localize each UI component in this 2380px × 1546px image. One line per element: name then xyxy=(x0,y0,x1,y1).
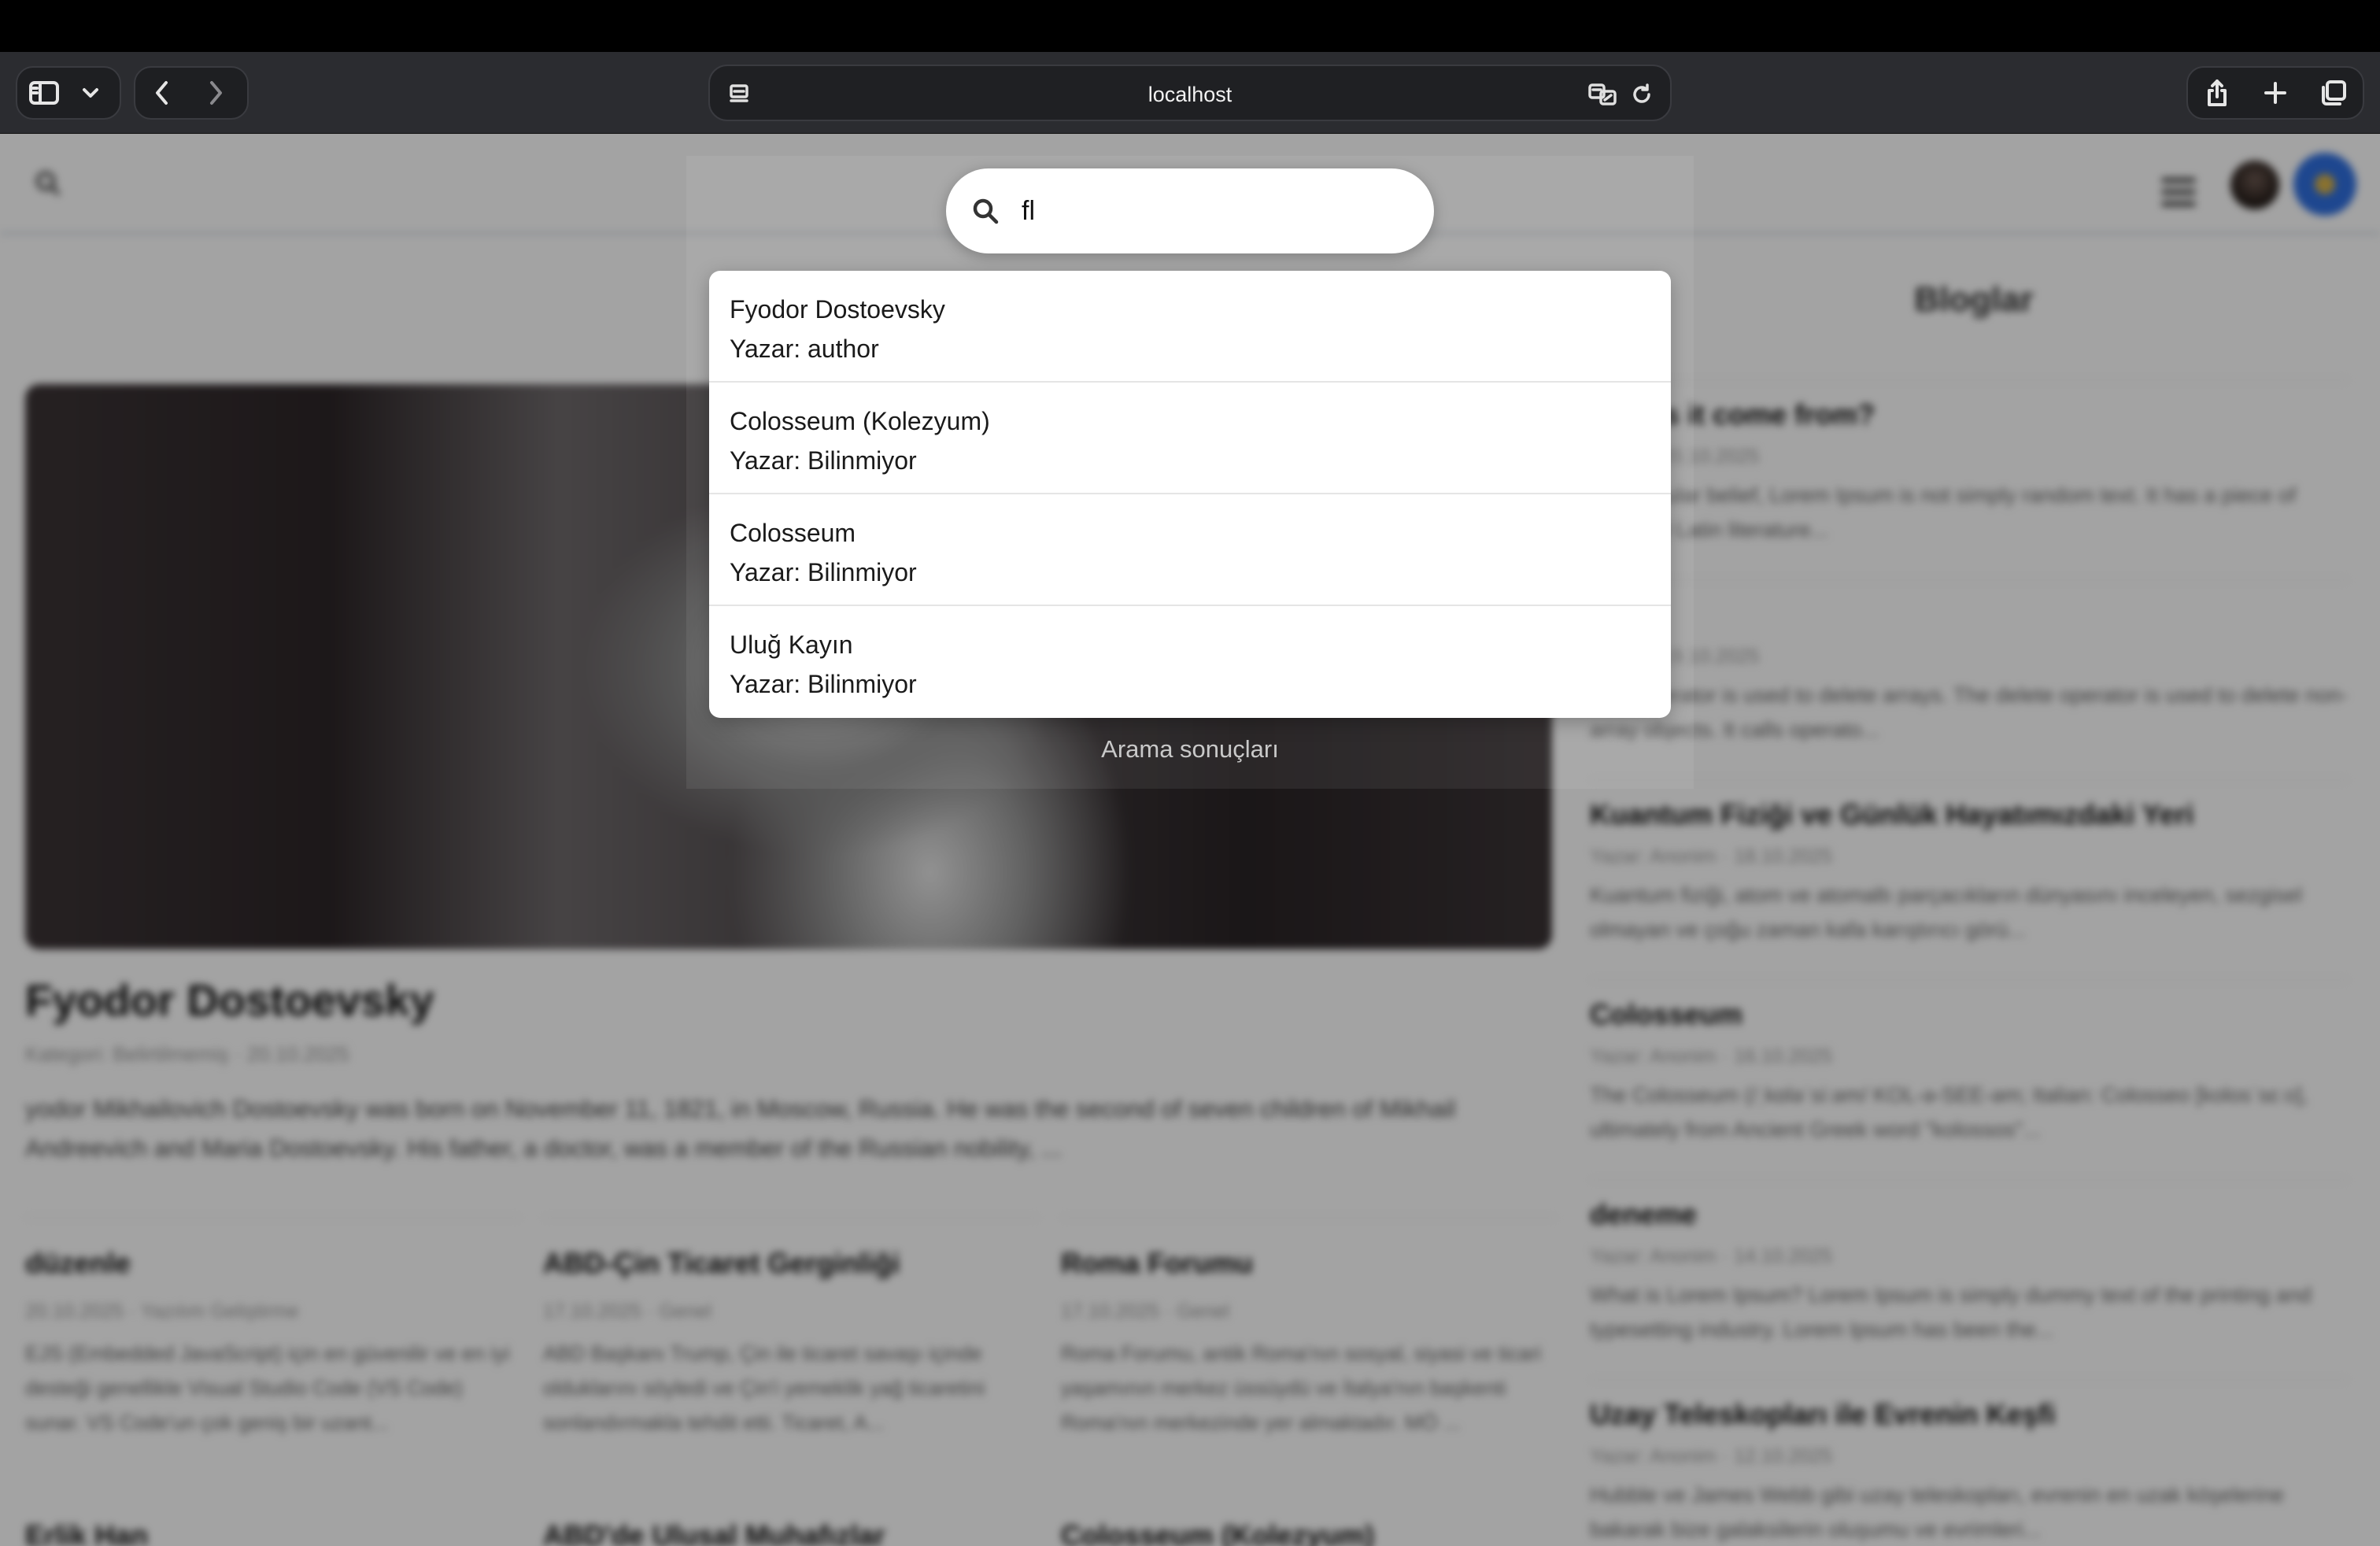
result-title: Uluğ Kayın xyxy=(730,631,853,659)
search-result-item[interactable]: Colosseum (Kolezyum) Yazar: Bilinmiyor xyxy=(709,383,1671,494)
browser-toolbar: localhost xyxy=(0,52,2380,134)
url-text: localhost xyxy=(1148,83,1232,106)
chevron-left-icon[interactable] xyxy=(135,68,189,118)
search-results-list: Fyodor Dostoevsky Yazar: author Colosseu… xyxy=(709,271,1671,718)
sidebar-icon[interactable] xyxy=(17,68,71,118)
result-title: Colosseum (Kolezyum) xyxy=(730,407,990,435)
chevron-down-icon[interactable] xyxy=(71,68,110,118)
search-icon xyxy=(965,190,1006,231)
result-author: Yazar: Bilinmiyor xyxy=(730,446,917,475)
result-author: Yazar: author xyxy=(730,335,879,363)
address-bar[interactable]: localhost xyxy=(708,65,1672,121)
translate-icon[interactable] xyxy=(1584,76,1621,113)
search-result-item[interactable]: Colosseum Yazar: Bilinmiyor xyxy=(709,494,1671,606)
right-toolbar-group xyxy=(2186,66,2364,120)
plus-icon[interactable] xyxy=(2252,68,2299,118)
result-author: Yazar: Bilinmiyor xyxy=(730,670,917,698)
navigation-group xyxy=(134,66,249,120)
menu-bar xyxy=(0,0,2380,52)
result-title: Fyodor Dostoevsky xyxy=(730,295,945,324)
search-result-item[interactable]: Fyodor Dostoevsky Yazar: author xyxy=(709,271,1671,383)
search-input[interactable] xyxy=(1022,187,1399,235)
reload-icon[interactable] xyxy=(1623,76,1661,113)
result-author: Yazar: Bilinmiyor xyxy=(730,558,917,586)
search-results-caption: Arama sonuçları xyxy=(1101,735,1279,763)
search-result-item[interactable]: Uluğ Kayın Yazar: Bilinmiyor xyxy=(709,606,1671,718)
sidebar-toggle-group xyxy=(16,66,121,120)
tabs-icon[interactable] xyxy=(2310,68,2357,118)
chevron-right-icon[interactable] xyxy=(189,68,242,118)
share-icon[interactable] xyxy=(2193,68,2241,118)
result-title: Colosseum xyxy=(730,519,856,547)
search-box[interactable] xyxy=(946,168,1434,253)
